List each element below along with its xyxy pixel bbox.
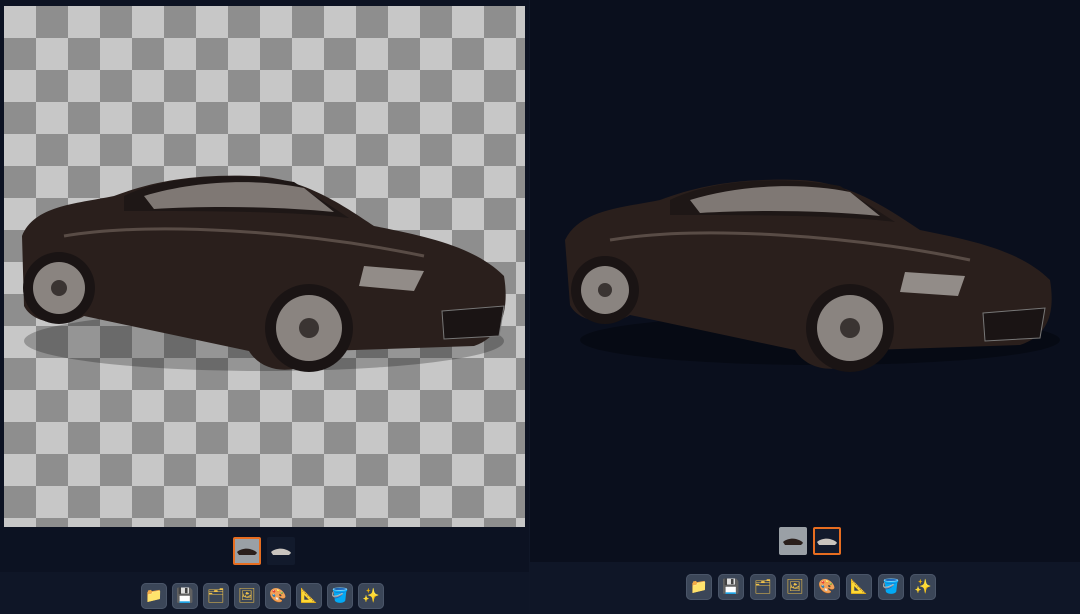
left-thumbnail-strip [233,537,295,565]
stack-icon: 🪣 [331,588,349,604]
stack-button[interactable]: 🪣 [327,583,353,609]
ruler-button[interactable]: 📐 [846,574,872,600]
thumbnail-original[interactable] [233,537,261,565]
car-image-cutout [565,179,1060,372]
left-tool-row: 📁 💾 🗂 🖼 🎨 📐 🪣 ✨ [141,583,384,609]
right-panel: 📁 💾 🗂 🖼 🎨 📐 🪣 ✨ [530,0,1080,614]
editor-stage: 📁 💾 🗂 🖼 🎨 📐 🪣 ✨ 📁 💾 🗂 🖼 🎨 📐 🪣 ✨ [0,0,1080,614]
folder-icon: 📁 [145,588,163,604]
palette-button[interactable]: 🎨 [265,583,291,609]
right-thumbnail-strip [779,527,841,555]
ruler-icon: 📐 [850,579,868,595]
palette-icon: 🎨 [269,588,287,604]
thumbnail-processed[interactable] [813,527,841,555]
right-tool-row: 📁 💾 🗂 🖼 🎨 📐 🪣 ✨ [686,574,936,600]
thumbnail-processed[interactable] [267,537,295,565]
layers-icon: 🗂 [207,588,225,604]
floppy-disk-icon: 💾 [176,588,194,604]
folder-icon: 📁 [690,579,708,595]
car-thumbnail-icon [237,548,257,555]
transparent-canvas[interactable] [4,6,525,527]
car-thumbnail-icon [783,538,803,545]
ruler-button[interactable]: 📐 [296,583,322,609]
save-button[interactable]: 💾 [718,574,744,600]
thumbnail-original[interactable] [779,527,807,555]
stack-button[interactable]: 🪣 [878,574,904,600]
layers-icon: 🗂 [754,579,772,595]
layers-button[interactable]: 🗂 [203,583,229,609]
palette-button[interactable]: 🎨 [814,574,840,600]
save-button[interactable]: 💾 [172,583,198,609]
palette-icon: 🎨 [818,579,836,595]
open-folder-button[interactable]: 📁 [686,574,712,600]
ruler-icon: 📐 [300,588,318,604]
sparkles-icon: ✨ [362,588,380,604]
car-thumbnail-icon [271,548,291,555]
floppy-disk-icon: 💾 [722,579,740,595]
stack-icon: 🪣 [882,579,900,595]
magic-button[interactable]: ✨ [358,583,384,609]
car-thumbnail-icon [817,538,837,545]
preview-canvas[interactable] [560,100,1080,400]
image-icon: 🖼 [238,588,256,604]
car-image [22,175,506,372]
image-button[interactable]: 🖼 [234,583,260,609]
open-folder-button[interactable]: 📁 [141,583,167,609]
left-panel: 📁 💾 🗂 🖼 🎨 📐 🪣 ✨ [0,0,529,614]
layers-button[interactable]: 🗂 [750,574,776,600]
image-icon: 🖼 [786,579,804,595]
sparkles-icon: ✨ [914,579,932,595]
magic-button[interactable]: ✨ [910,574,936,600]
image-button[interactable]: 🖼 [782,574,808,600]
